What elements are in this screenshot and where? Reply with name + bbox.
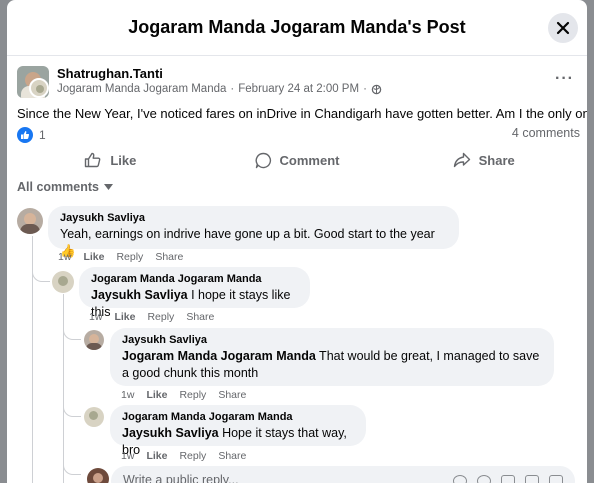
comment-like-button[interactable]: Like [146,450,167,462]
thumbs-up-icon [85,152,101,168]
camera-icon[interactable] [501,475,515,483]
comment-actions: 1w Like Reply Share [89,311,214,323]
more-options-button[interactable]: ··· [555,70,574,88]
commenter-avatar[interactable] [17,208,43,234]
caret-down-icon [103,184,113,190]
comment-button-label: Comment [279,152,340,168]
comment-time[interactable]: 1w [121,389,134,401]
emoji-icon[interactable] [477,475,491,483]
commenter-avatar[interactable] [52,271,74,293]
like-button-label: Like [110,152,137,168]
close-button[interactable] [548,13,578,43]
commenter-avatar[interactable] [84,330,104,350]
comment-actions: 1w Like Reply Share [58,251,183,263]
comment-time[interactable]: 1w [121,450,134,462]
comment-bubble: Jogaram Manda Jogaram Manda Jaysukh Savl… [110,405,366,457]
thread-connector [32,264,50,282]
share-button-label: Share [478,152,515,168]
share-icon [453,152,470,168]
comment-like-button[interactable]: Like [146,389,167,401]
comment-like-button[interactable]: Like [83,251,104,263]
post-text: Since the New Year, I've noticed fares o… [17,106,587,121]
post-date[interactable]: February 24 at 2:00 PM [238,83,359,95]
comment-mention[interactable]: Jaysukh Savliya [91,288,188,302]
comment-reply-button[interactable]: Reply [179,450,206,462]
meta-separator: · [230,83,235,95]
gif-icon[interactable] [525,475,539,483]
group-avatar[interactable] [29,78,49,98]
reply-tools [453,475,563,483]
thread-connector [63,460,81,475]
comment-like-button[interactable]: Like [114,311,135,323]
comment-share-button[interactable]: Share [155,251,183,263]
comment-time[interactable]: 1w [58,251,71,263]
comment-time[interactable]: 1w [89,311,102,323]
comment-mention[interactable]: Jogaram Manda Jogaram Manda [122,349,316,363]
comment-reply-button[interactable]: Reply [147,311,174,323]
like-button[interactable]: Like [17,143,204,177]
reply-placeholder: Write a public reply... [123,473,239,483]
thread-connector [63,400,81,417]
thread-line [63,294,64,483]
comment-author[interactable]: Jogaram Manda Jogaram Manda [91,273,298,285]
comment-text: Jogaram Manda Jogaram Manda That would b… [122,348,542,382]
post-meta: Jogaram Manda Jogaram Manda · February 2… [57,83,382,95]
comment-mention[interactable]: Jaysukh Savliya [122,426,219,440]
comment-share-button[interactable]: Share [218,450,246,462]
poster-name[interactable]: Shatrughan.Tanti [57,66,163,81]
like-count: 1 [39,128,46,142]
privacy-icon[interactable] [371,84,382,95]
comment-filter-label: All comments [17,180,99,194]
comment-count[interactable]: 4 comments [512,126,580,140]
comment-filter-dropdown[interactable]: All comments [17,180,113,194]
comment-button[interactable]: Comment [204,143,391,177]
meta-separator: · [363,83,367,95]
avatar-sticker-icon[interactable] [453,475,467,483]
comment-author[interactable]: Jogaram Manda Jogaram Manda [122,411,354,423]
comment-author[interactable]: Jaysukh Savliya [122,334,542,346]
reaction-summary[interactable]: 1 [17,127,46,143]
comment-share-button[interactable]: Share [218,389,246,401]
reply-input[interactable]: Write a public reply... [111,466,575,483]
comment-reply-button[interactable]: Reply [179,389,206,401]
comment-bubble: Jaysukh Savliya Jogaram Manda Jogaram Ma… [110,328,554,386]
share-button[interactable]: Share [390,143,577,177]
comment-reply-button[interactable]: Reply [116,251,143,263]
sticker-icon[interactable] [549,475,563,483]
comment-icon [255,152,271,168]
post-actions: Like Comment Share [17,143,577,177]
dialog-title: Jogaram Manda Jogaram Manda's Post [128,17,466,37]
comment-actions: 1w Like Reply Share [121,450,246,462]
dialog-header: Jogaram Manda Jogaram Manda's Post [7,0,587,56]
thread-connector [63,324,81,340]
current-user-avatar [87,468,109,483]
comment-author[interactable]: Jaysukh Savliya [60,212,447,224]
group-name[interactable]: Jogaram Manda Jogaram Manda [57,83,226,95]
commenter-avatar[interactable] [84,407,104,427]
comment-bubble: Jaysukh Savliya Yeah, earnings on indriv… [48,206,459,258]
comment-bubble: Jogaram Manda Jogaram Manda Jaysukh Savl… [79,267,310,319]
comment-actions: 1w Like Reply Share [121,389,246,401]
post-dialog: Jogaram Manda Jogaram Manda's Post Shatr… [7,0,587,483]
close-icon [556,21,570,35]
like-reaction-icon [17,127,33,143]
comment-share-button[interactable]: Share [186,311,214,323]
